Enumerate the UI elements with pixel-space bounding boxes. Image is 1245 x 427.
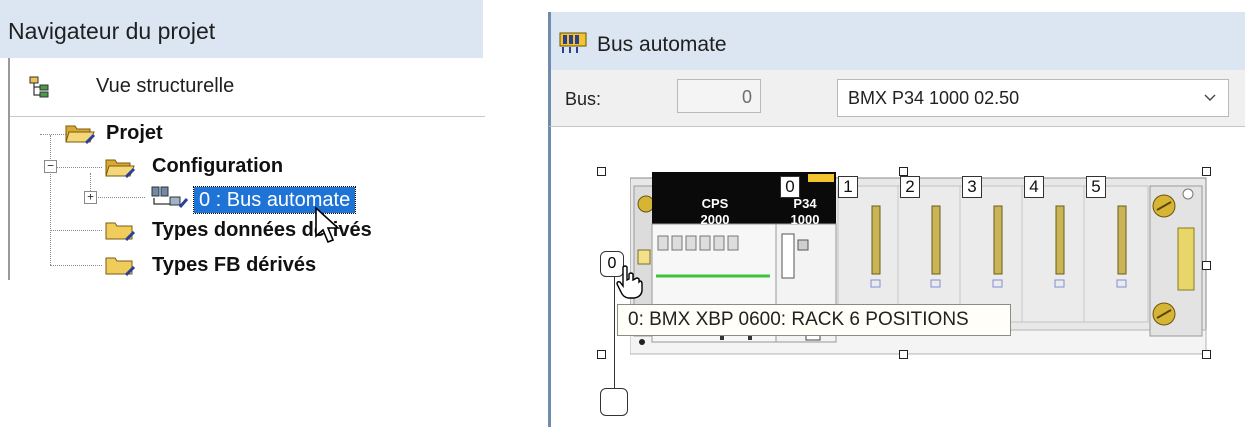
- selection-handle[interactable]: [1202, 261, 1211, 270]
- bus-label: Bus:: [565, 89, 602, 109]
- structure-view-icon: [28, 75, 52, 104]
- tree-line: [50, 265, 102, 266]
- tree-line: [56, 167, 102, 168]
- tree-line: [50, 230, 102, 231]
- processor-select[interactable]: BMX P34 1000 02.50: [837, 79, 1229, 117]
- collapse-toggle[interactable]: −: [44, 160, 57, 173]
- folder-icon: [104, 218, 138, 247]
- chevron-down-icon: [1202, 89, 1218, 110]
- bus-window-title: Bus automate: [597, 33, 727, 56]
- bus-end-box[interactable]: [600, 388, 628, 416]
- cpu-module-label: P34 1000: [780, 196, 830, 228]
- power-module-name: CPS: [701, 196, 729, 211]
- bus-node-icon: [150, 184, 190, 215]
- slot-number-2[interactable]: 2: [900, 176, 920, 198]
- navigator-header: Navigateur du projet: [0, 0, 483, 58]
- selection-handle[interactable]: [899, 350, 908, 359]
- selection-handle[interactable]: [1202, 167, 1211, 176]
- slot-number-1[interactable]: 1: [838, 176, 858, 198]
- selection-handle[interactable]: [1202, 350, 1211, 359]
- selection-handle[interactable]: [597, 167, 606, 176]
- bus-number-field[interactable]: 0: [677, 79, 761, 113]
- cpu-module-name: P34: [793, 196, 817, 211]
- power-module-ref: 2000: [700, 212, 730, 227]
- slot-number-0[interactable]: 0: [780, 176, 800, 198]
- cpu-module-ref: 1000: [790, 212, 820, 227]
- tree-line: [50, 135, 51, 265]
- bus-toolbar: Bus: 0 BMX P34 1000 02.50: [548, 70, 1245, 127]
- bus-window-icon: [559, 31, 591, 60]
- slot-number-5[interactable]: 5: [1086, 176, 1106, 198]
- hand-pointer-icon: [614, 264, 644, 305]
- bus-window-titlebar: Bus automate: [548, 12, 1245, 70]
- slot-number-3[interactable]: 3: [962, 176, 982, 198]
- tree-line: [40, 134, 66, 135]
- open-folder-icon: [64, 121, 98, 150]
- view-bar[interactable]: Vue structurelle: [10, 58, 485, 117]
- selection-handle[interactable]: [597, 350, 606, 359]
- slot-number-4[interactable]: 4: [1024, 176, 1044, 198]
- navigator-body: Vue structurelle Projet − Configuration …: [8, 58, 485, 280]
- navigator-title: Navigateur du projet: [8, 18, 216, 44]
- open-folder-icon: [104, 155, 138, 184]
- power-module-label: CPS 2000: [690, 196, 740, 228]
- processor-select-value: BMX P34 1000 02.50: [848, 88, 1020, 108]
- folder-icon: [104, 253, 138, 282]
- tree-item-derived-fb-types[interactable]: Types FB dérivés: [152, 254, 316, 277]
- expand-toggle[interactable]: +: [84, 191, 97, 204]
- project-navigator-panel: Navigateur du projet Vue structurelle Pr…: [0, 0, 485, 280]
- selection-handle[interactable]: [899, 167, 908, 176]
- tree-item-configuration[interactable]: Configuration: [152, 155, 283, 178]
- rack-tooltip: 0: BMX XBP 0600: RACK 6 POSITIONS: [617, 304, 1011, 336]
- tree-line: [95, 197, 145, 198]
- view-label: Vue structurelle: [96, 75, 235, 97]
- project-tree: Projet − Configuration + 0: Bus automat…: [10, 117, 485, 280]
- mouse-pointer-icon: [314, 206, 342, 251]
- tree-item-projet[interactable]: Projet: [106, 122, 163, 145]
